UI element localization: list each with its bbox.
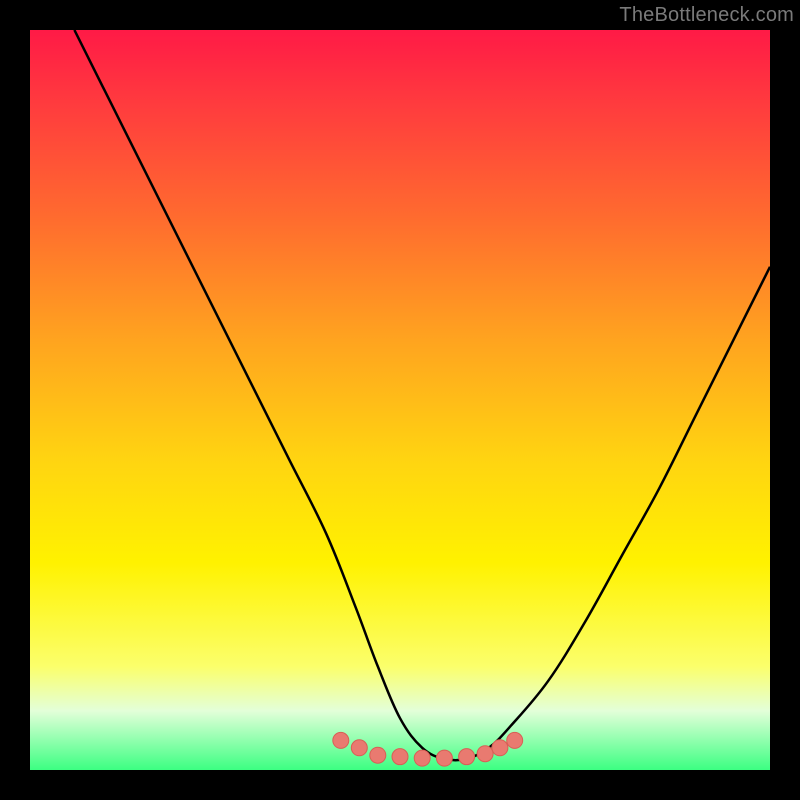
- optimal-marker: [492, 740, 508, 756]
- optimal-marker: [392, 749, 408, 765]
- chart-frame: TheBottleneck.com: [0, 0, 800, 800]
- bottleneck-curve: [74, 30, 770, 760]
- optimal-marker: [459, 749, 475, 765]
- optimal-marker: [370, 747, 386, 763]
- optimal-range-markers: [333, 732, 523, 766]
- optimal-marker: [507, 732, 523, 748]
- bottleneck-curve-path: [74, 30, 770, 760]
- optimal-marker: [436, 750, 452, 766]
- chart-svg-overlay: [30, 30, 770, 770]
- optimal-marker: [351, 740, 367, 756]
- plot-area: [30, 30, 770, 770]
- optimal-marker: [477, 746, 493, 762]
- optimal-marker: [414, 750, 430, 766]
- optimal-marker: [333, 732, 349, 748]
- watermark-text: TheBottleneck.com: [619, 4, 794, 27]
